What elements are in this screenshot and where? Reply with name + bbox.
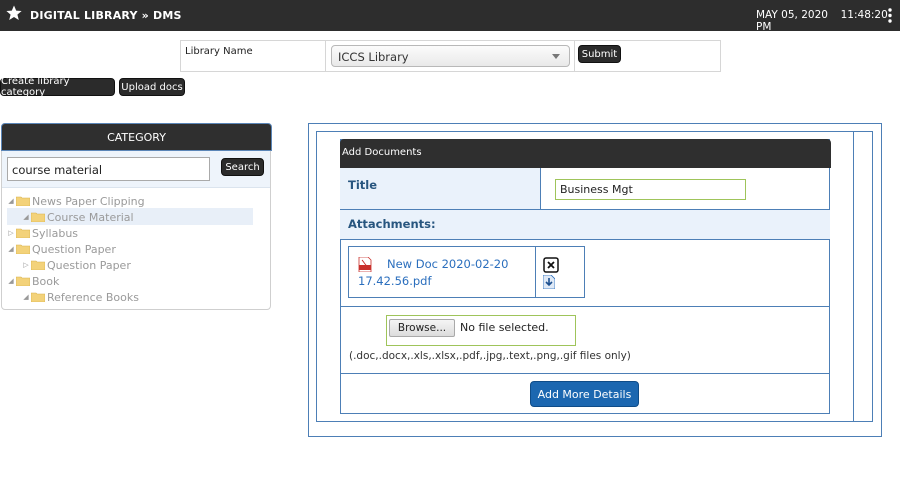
tree-item-label: Question Paper (47, 258, 131, 272)
category-search-input[interactable]: course material (7, 157, 210, 181)
add-more-details-button[interactable]: Add More Details (530, 381, 639, 407)
close-icon[interactable] (543, 257, 559, 273)
collapsed-arrow-icon[interactable]: ▷ (21, 261, 31, 269)
folder-icon (31, 212, 45, 222)
browse-button[interactable]: Browse... (389, 319, 455, 337)
title-label: Title (348, 178, 378, 192)
attachment-link[interactable]: New Doc 2020-02-20 17.42.56.pdf (358, 256, 528, 290)
tree-item-label: Course Material (47, 210, 134, 224)
library-select[interactable]: ICCS Library (331, 45, 570, 67)
tree-item-label: Syllabus (32, 226, 79, 240)
tree-item-label: Reference Books (47, 290, 139, 304)
library-select-value: ICCS Library (338, 50, 409, 64)
submit-button[interactable]: Submit (578, 45, 621, 63)
upload-docs-button[interactable]: Upload docs (119, 78, 185, 96)
app-title: DIGITAL LIBRARY » DMS (30, 9, 182, 22)
divider (853, 131, 854, 422)
divider (325, 41, 326, 71)
expanded-arrow-icon[interactable]: ◢ (6, 245, 16, 253)
create-library-category-button[interactable]: Create library category (0, 76, 115, 98)
divider (340, 373, 830, 374)
title-input[interactable]: Business Mgt (555, 179, 746, 200)
tree-item[interactable]: ▷ Syllabus (6, 225, 145, 241)
chevron-down-icon (552, 54, 560, 59)
tree-item-label: Book (32, 274, 60, 288)
collapsed-arrow-icon[interactable]: ▷ (6, 229, 16, 237)
datetime: MAY 05, 2020 11:48:20 PM (756, 9, 900, 33)
download-icon[interactable] (543, 275, 555, 289)
expanded-arrow-icon[interactable]: ◢ (21, 293, 31, 301)
tree-item-label: News Paper Clipping (32, 194, 145, 208)
file-types-hint: (.doc,.docx,.xls,.xlsx,.pdf,.jpg,.text,.… (349, 350, 631, 362)
expanded-arrow-icon[interactable]: ◢ (21, 213, 31, 221)
add-documents-header: Add Documents (340, 139, 831, 168)
folder-icon (31, 292, 45, 302)
no-file-text: No file selected. (460, 321, 549, 334)
attachment-name-line1: New Doc 2020-02-20 (387, 257, 509, 271)
library-name-label: Library Name (185, 46, 253, 57)
category-header: CATEGORY (1, 123, 272, 151)
folder-icon (16, 244, 30, 254)
tree-item-label: Question Paper (32, 242, 116, 256)
folder-icon (16, 228, 30, 238)
attachment-name-line2: 17.42.56.pdf (358, 274, 432, 288)
more-menu-icon[interactable] (887, 8, 893, 23)
folder-icon (31, 260, 45, 270)
category-tree: ◢ News Paper Clipping ◢ Course Material … (6, 193, 145, 305)
top-bar: DIGITAL LIBRARY » DMS MAY 05, 2020 11:48… (0, 0, 900, 33)
divider (535, 246, 536, 298)
tree-item[interactable]: ◢ Question Paper (6, 241, 145, 257)
divider (574, 41, 575, 71)
tree-item[interactable]: ▷ Question Paper (6, 257, 145, 273)
tree-item[interactable]: ◢ News Paper Clipping (6, 193, 145, 209)
tree-item[interactable]: ◢ Course Material (6, 209, 145, 225)
folder-icon (16, 276, 30, 286)
tree-item[interactable]: ◢ Reference Books (6, 289, 145, 305)
expanded-arrow-icon[interactable]: ◢ (6, 197, 16, 205)
attachments-label: Attachments: (348, 217, 436, 231)
expanded-arrow-icon[interactable]: ◢ (6, 277, 16, 285)
date-text: MAY 05, 2020 (756, 9, 828, 21)
star-icon[interactable] (6, 5, 22, 21)
tree-item[interactable]: ◢ Book (6, 273, 145, 289)
category-search-button[interactable]: Search (221, 158, 264, 176)
folder-icon (16, 196, 30, 206)
